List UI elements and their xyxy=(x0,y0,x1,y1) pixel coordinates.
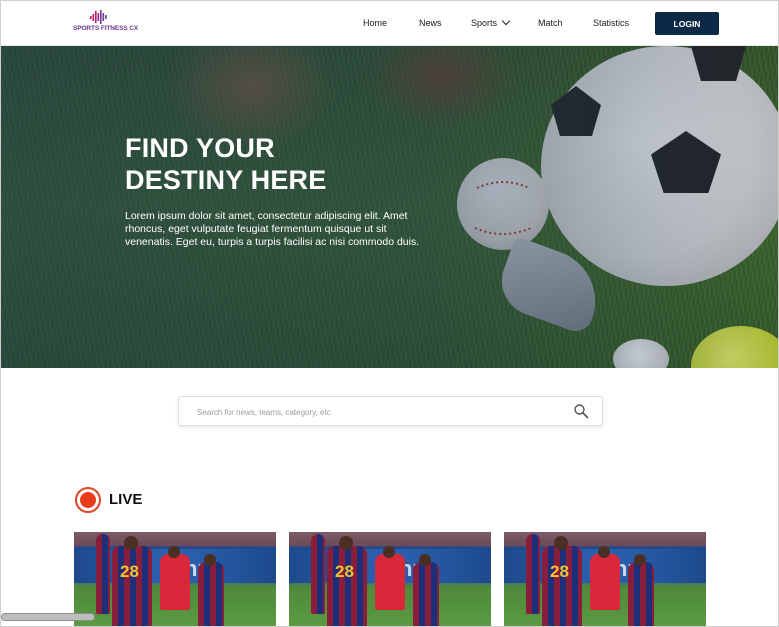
player-figure xyxy=(112,546,152,626)
player-head xyxy=(634,554,646,566)
top-navigation-bar: SPORTS FITNESS CX Home News Sports Match… xyxy=(1,1,778,46)
jersey-number: 28 xyxy=(120,562,139,581)
hero-title: FIND YOUR DESTINY HERE xyxy=(125,132,425,196)
nav-item-home[interactable]: Home xyxy=(363,18,387,28)
player-figure xyxy=(590,554,620,610)
hero-title-line-1: FIND YOUR xyxy=(125,133,275,163)
player-head xyxy=(419,554,431,566)
player-head xyxy=(124,536,138,550)
player-figure xyxy=(542,546,582,626)
jersey-number: 28 xyxy=(550,562,569,581)
live-section-title: LIVE xyxy=(109,491,143,508)
hero-overlay xyxy=(1,46,778,368)
hero-title-line-2: DESTINY HERE xyxy=(125,165,327,195)
page: SPORTS FITNESS CX Home News Sports Match… xyxy=(0,0,779,627)
brand-name: SPORTS FITNESS CX xyxy=(73,25,139,32)
brand-logo[interactable]: SPORTS FITNESS CX xyxy=(73,10,139,38)
player-head xyxy=(554,536,568,550)
player-figure xyxy=(628,562,654,626)
live-indicator-icon xyxy=(75,487,101,513)
nav-item-sports[interactable]: Sports xyxy=(471,16,511,28)
live-match-card[interactable]: nz 28 xyxy=(289,532,491,626)
player-figure xyxy=(413,562,439,626)
player-head xyxy=(204,554,216,566)
hero-description: Lorem ipsum dolor sit amet, consectetur … xyxy=(125,210,420,248)
player-figure xyxy=(160,554,190,610)
player-figure xyxy=(198,562,224,626)
horizontal-scrollbar[interactable] xyxy=(1,613,95,621)
nav-item-sports-label: Sports xyxy=(471,18,498,28)
player-figure xyxy=(327,546,367,626)
player-head xyxy=(168,546,180,558)
nav-item-statistics[interactable]: Statistics xyxy=(593,18,629,28)
chevron-down-icon xyxy=(501,16,511,26)
player-head xyxy=(339,536,353,550)
player-figure xyxy=(375,554,405,610)
search-input[interactable] xyxy=(197,405,557,419)
hero-banner: FIND YOUR DESTINY HERE Lorem ipsum dolor… xyxy=(1,46,778,368)
search-icon[interactable] xyxy=(573,403,589,419)
jersey-number: 28 xyxy=(335,562,354,581)
player-figure xyxy=(311,534,325,614)
nav-item-match[interactable]: Match xyxy=(538,18,563,28)
player-figure xyxy=(526,534,540,614)
player-figure xyxy=(96,534,110,614)
nav-item-news[interactable]: News xyxy=(419,18,442,28)
search-bar xyxy=(178,396,603,426)
live-match-card[interactable]: nz 28 xyxy=(504,532,706,626)
live-match-card[interactable]: nz 28 xyxy=(74,532,276,626)
equalizer-bars-icon xyxy=(90,10,107,24)
player-head xyxy=(598,546,610,558)
login-button[interactable]: LOGIN xyxy=(655,12,719,35)
player-head xyxy=(383,546,395,558)
